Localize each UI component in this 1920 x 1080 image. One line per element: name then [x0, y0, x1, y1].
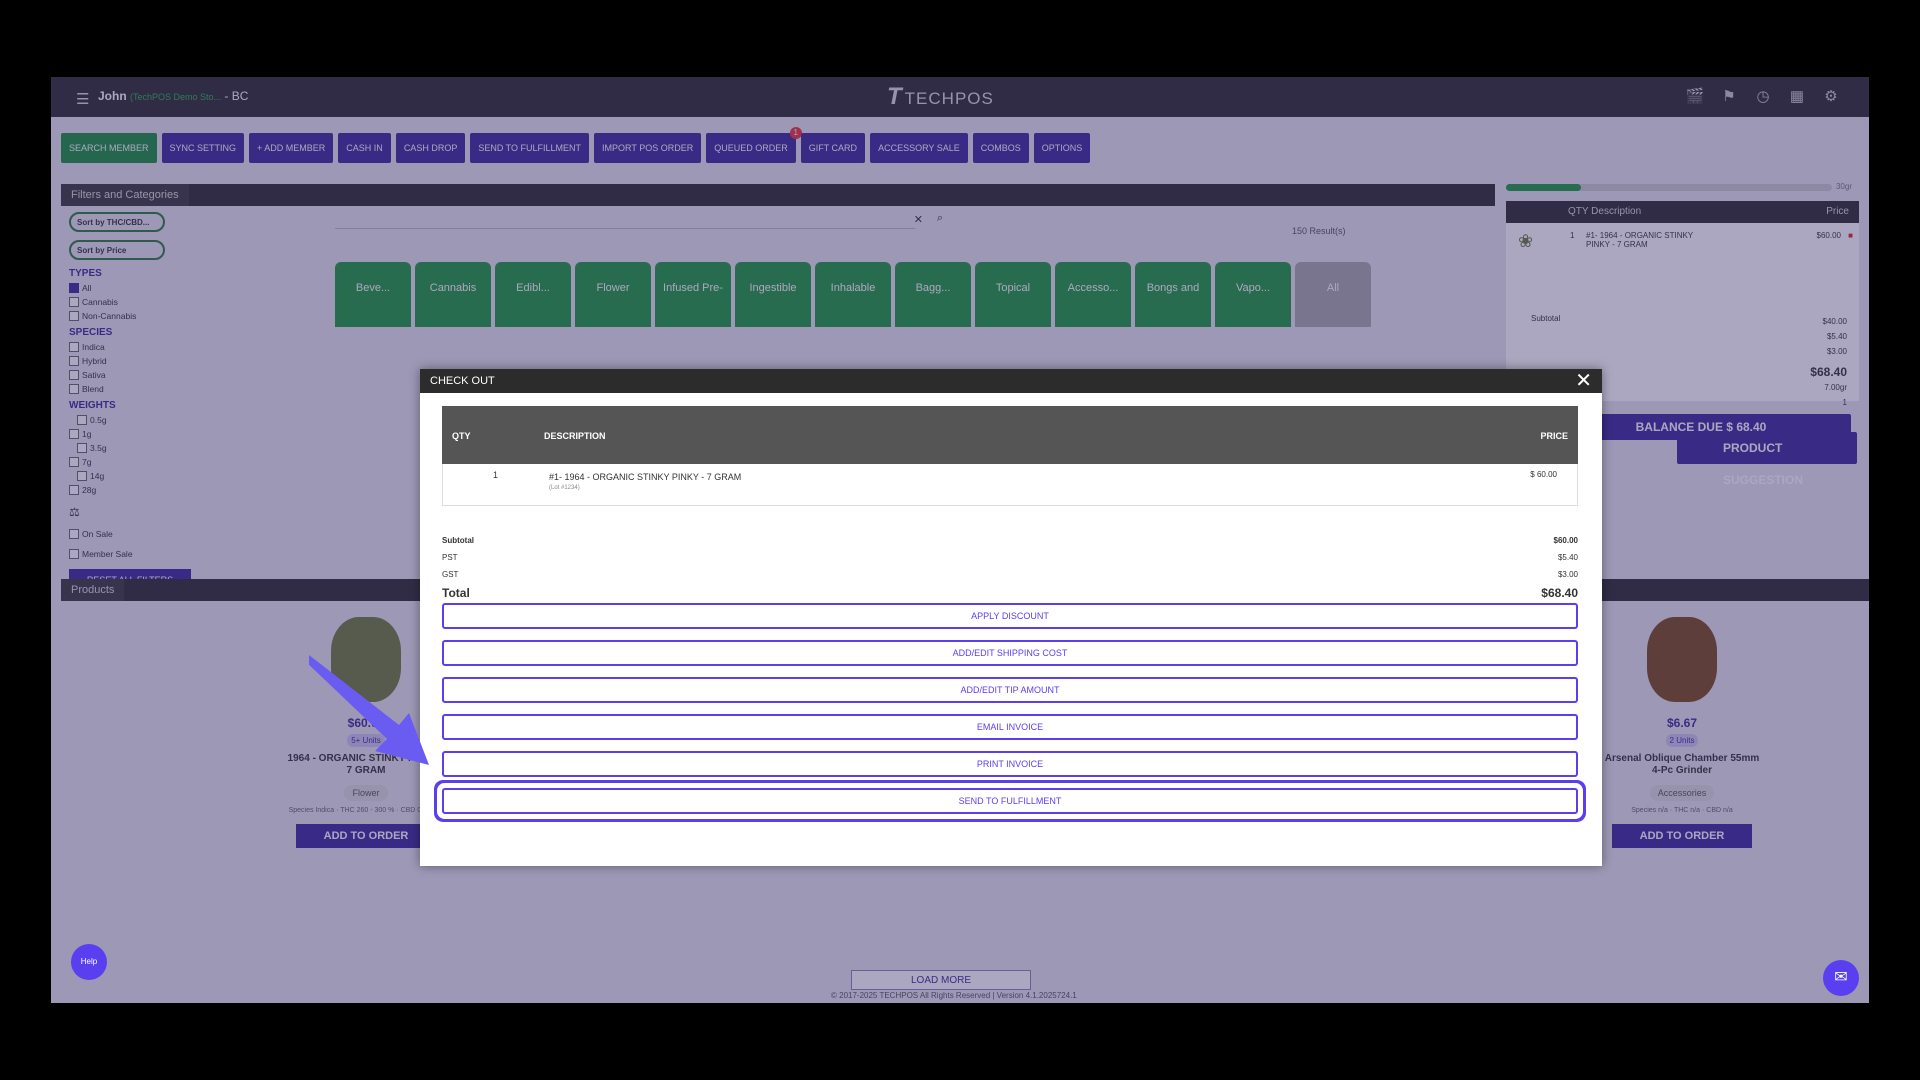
checkout-table: QTY DESCRIPTION PRICE 1 #1- 1964 - ORGAN…: [442, 406, 1578, 506]
col-price: PRICE: [1540, 431, 1568, 441]
col-desc: DESCRIPTION: [544, 431, 606, 441]
pst-label: PST: [442, 553, 458, 562]
modal-title: CHECK OUT: [420, 369, 1602, 393]
gst-value: $3.00: [1557, 570, 1578, 579]
col-qty: QTY: [452, 431, 471, 441]
email-invoice-button[interactable]: EMAIL INVOICE: [442, 714, 1578, 740]
total-row: Total $68.40: [442, 583, 1578, 603]
pst-row: PST $5.40: [442, 549, 1578, 566]
row-qty: 1: [493, 470, 499, 480]
total-label: Total: [442, 586, 470, 600]
close-icon[interactable]: ✕: [1575, 369, 1592, 393]
gst-row: GST $3.00: [442, 566, 1578, 583]
print-invoice-button[interactable]: PRINT INVOICE: [442, 751, 1578, 777]
apply-discount-button[interactable]: APPLY DISCOUNT: [442, 603, 1578, 629]
send-to-fulfillment-button[interactable]: SEND TO FULFILLMENT: [442, 788, 1578, 814]
row-price: $ 60.00: [1530, 470, 1557, 479]
total-value: $68.40: [1541, 586, 1578, 600]
subtotal-value: $60.00: [1553, 536, 1578, 545]
gst-label: GST: [442, 570, 459, 579]
chat-icon[interactable]: ✉: [1823, 960, 1859, 996]
shipping-cost-button[interactable]: ADD/EDIT SHIPPING COST: [442, 640, 1578, 666]
subtotal-row: Subtotal $60.00: [442, 532, 1578, 549]
pos-app: ☰ John (TechPOS Demo Sto... - BC T TECHPO…: [51, 77, 1869, 1003]
checkout-table-header: QTY DESCRIPTION PRICE: [442, 406, 1578, 464]
table-row: 1 #1- 1964 - ORGANIC STINKY PINKY - 7 GR…: [442, 464, 1578, 506]
tip-amount-button[interactable]: ADD/EDIT TIP AMOUNT: [442, 677, 1578, 703]
row-desc: #1- 1964 - ORGANIC STINKY PINKY - 7 GRAM: [549, 472, 742, 482]
help-button[interactable]: Help: [71, 944, 107, 980]
pst-value: $5.40: [1557, 553, 1578, 562]
checkout-totals: Subtotal $60.00 PST $5.40 GST $3.00 Total $6…: [442, 532, 1578, 603]
pointer-arrow-icon: [309, 655, 429, 765]
checkout-modal: CHECK OUT ✕ QTY DESCRIPTION PRICE 1 #1- …: [420, 369, 1602, 866]
row-lot: (Lot #1234): [549, 485, 580, 491]
arrow-shape: [309, 655, 429, 765]
subtotal-label: Subtotal: [442, 536, 474, 545]
